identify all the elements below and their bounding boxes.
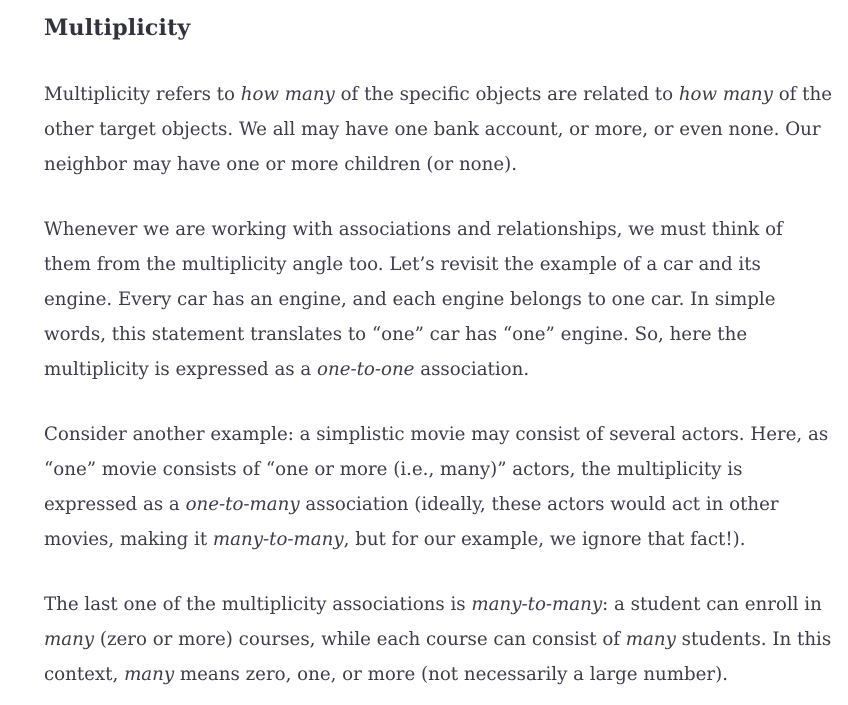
paragraph-text: The last one of the multiplicity associa… (44, 594, 472, 615)
paragraph-one-to-many-example: Consider another example: a simplistic m… (44, 417, 834, 557)
emphasized-term: many-to-many (212, 529, 344, 550)
paragraph-one-to-one-example: Whenever we are working with association… (44, 212, 834, 387)
article-page: Multiplicity Multiplicity refers to how … (0, 0, 848, 705)
paragraph-text: association. (414, 359, 530, 380)
emphasized-term: one-to-many (185, 494, 300, 515)
emphasized-term: many (44, 629, 95, 650)
paragraph-text: : a student can enroll in (602, 594, 822, 615)
emphasized-term: how many (240, 84, 335, 105)
emphasized-term: many-to-many (471, 594, 603, 615)
emphasized-term: how many (678, 84, 773, 105)
paragraph-many-to-many-example: The last one of the multiplicity associa… (44, 587, 834, 692)
paragraph-text: Whenever we are working with association… (44, 219, 783, 380)
paragraph-text: (zero or more) courses, while each cours… (94, 629, 626, 650)
paragraph-text: Multiplicity refers to (44, 84, 241, 105)
emphasized-term: many (124, 664, 175, 685)
paragraph-text: , but for our example, we ignore that fa… (343, 529, 746, 550)
paragraph-multiplicity-definition: Multiplicity refers to how many of the s… (44, 77, 834, 182)
emphasized-term: one-to-one (317, 359, 415, 380)
paragraph-text: means zero, one, or more (not necessaril… (174, 664, 728, 685)
paragraph-text: of the specific objects are related to (334, 84, 679, 105)
emphasized-term: many (625, 629, 676, 650)
section-heading: Multiplicity (44, 15, 191, 41)
